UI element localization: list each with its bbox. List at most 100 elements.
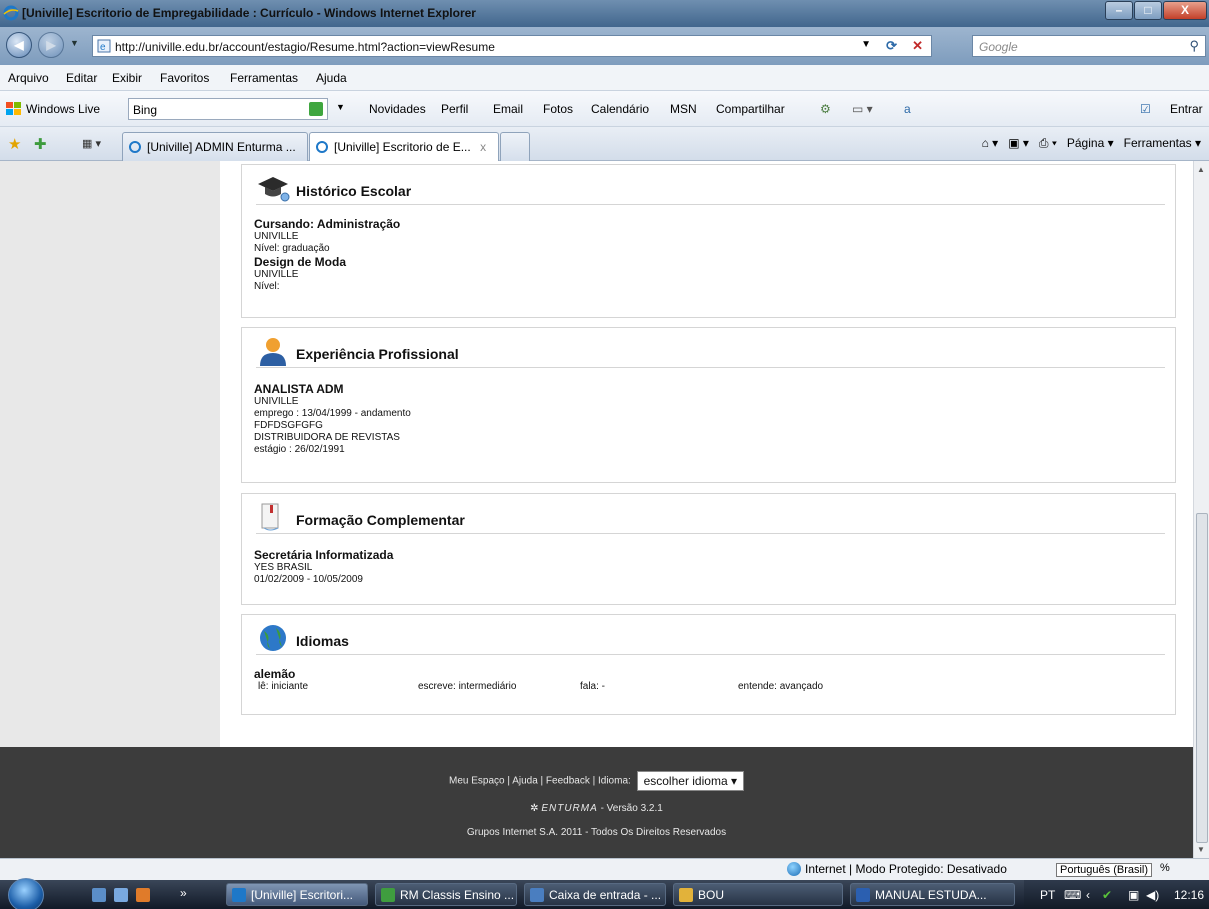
job-period: estágio : 26/02/1991 xyxy=(254,444,345,455)
level: Nível: xyxy=(254,281,280,292)
maximize-button[interactable]: □ xyxy=(1134,1,1162,20)
new-tab-button[interactable] xyxy=(500,132,530,161)
print-icon[interactable]: ⎙ ▾ xyxy=(1039,136,1057,151)
ie-logo-icon xyxy=(3,5,19,21)
search-placeholder: Google xyxy=(979,40,1018,54)
menu-favoritos[interactable]: Favoritos xyxy=(160,71,209,85)
section-body: Cursando: Administração UNIVILLE Nível: … xyxy=(254,217,400,293)
favorites-star-icon[interactable]: ★ xyxy=(8,135,21,153)
scroll-up-icon[interactable]: ▲ xyxy=(1197,165,1205,174)
menu-arquivo[interactable]: Arquivo xyxy=(8,71,49,85)
security-check-icon[interactable]: ✔ xyxy=(1102,888,1112,902)
menu-editar[interactable]: Editar xyxy=(66,71,97,85)
job-period: emprego : 13/04/1999 - andamento xyxy=(254,408,411,419)
job-role: ANALISTA ADM xyxy=(254,382,344,396)
bing-go-icon[interactable] xyxy=(309,102,323,116)
page-menu[interactable]: Página ▾ xyxy=(1067,136,1114,151)
media-player-icon[interactable] xyxy=(136,888,150,902)
history-dropdown-icon[interactable]: ▼ xyxy=(70,38,79,48)
taskbar-item-inbox[interactable]: Caixa de entrada - ... xyxy=(524,883,666,906)
quick-tabs-icon[interactable]: ▦ ▾ xyxy=(82,137,101,150)
bing-search-value: Bing xyxy=(133,103,158,117)
close-window-button[interactable]: X xyxy=(1163,1,1207,20)
taskbar-item-rm-classis[interactable]: RM Classis Ensino ... xyxy=(375,883,517,906)
windows-live-toolbar: Windows Live Bing ▼ Novidades Perfil Ema… xyxy=(0,91,1209,127)
address-bar[interactable]: e http://univille.edu.br/account/estagio… xyxy=(92,35,932,57)
windows-live-brand[interactable]: Windows Live xyxy=(6,102,100,116)
tab-escritorio[interactable]: [Univille] Escritorio de E... x xyxy=(309,132,499,161)
skill-speak: fala: - xyxy=(580,681,606,692)
add-favorites-icon[interactable]: ✚ xyxy=(34,135,47,153)
start-button[interactable] xyxy=(8,878,44,909)
menu-bar: Arquivo Editar Exibir Favoritos Ferramen… xyxy=(0,65,1209,91)
quicklaunch-overflow-icon[interactable]: » xyxy=(180,886,187,900)
footer-nav-links[interactable]: Meu Espaço | Ajuda | Feedback | Idioma: xyxy=(449,776,631,787)
course-name: Secretária Informatizada xyxy=(254,548,394,562)
search-input[interactable]: Google ⚲ xyxy=(972,35,1206,57)
network-icon[interactable]: ▣ xyxy=(1128,888,1139,902)
tray-expand-icon[interactable]: ‹ xyxy=(1086,888,1090,902)
forward-button[interactable]: ▶ xyxy=(38,32,64,58)
switch-windows-icon[interactable] xyxy=(114,888,128,902)
show-desktop-icon[interactable] xyxy=(92,888,106,902)
scroll-down-icon[interactable]: ▼ xyxy=(1197,845,1205,854)
back-button[interactable]: ◀ xyxy=(6,32,32,58)
keyboard-icon[interactable]: ⌨ xyxy=(1064,888,1081,902)
home-icon[interactable]: ⌂ ▾ xyxy=(982,136,999,151)
menu-ferramentas[interactable]: Ferramentas xyxy=(230,71,298,85)
page-footer: Meu Espaço | Ajuda | Feedback | Idioma: … xyxy=(0,747,1193,858)
link-novidades[interactable]: Novidades xyxy=(369,102,426,116)
messenger-icon[interactable]: ▭ ▾ xyxy=(852,102,873,116)
bing-search-input[interactable]: Bing xyxy=(128,98,328,120)
link-calendario[interactable]: Calendário xyxy=(591,102,649,116)
address-dropdown-icon[interactable]: ▼ xyxy=(861,39,871,50)
menu-ajuda[interactable]: Ajuda xyxy=(316,71,347,85)
tools-menu[interactable]: Ferramentas ▾ xyxy=(1124,136,1201,151)
bing-dropdown-icon[interactable]: ▼ xyxy=(336,102,345,112)
windows-live-icon xyxy=(6,102,21,115)
course-name: Cursando: Administração xyxy=(254,217,401,231)
refresh-icon[interactable]: ⟳ xyxy=(886,38,897,54)
page-icon: e xyxy=(97,39,111,53)
ie-task-icon xyxy=(232,888,246,902)
search-icon[interactable]: ⚲ xyxy=(1189,38,1199,54)
system-tray: PT ⌨ ‹ ✔ ▣ ◀) 12:16 xyxy=(1024,880,1209,909)
contacts-icon[interactable]: ⚙ xyxy=(820,102,831,116)
checkbox-icon[interactable]: ☑ xyxy=(1140,102,1151,116)
close-tab-icon[interactable]: x xyxy=(480,140,486,154)
link-compartilhar[interactable]: Compartilhar xyxy=(716,102,785,116)
address-url[interactable]: http://univille.edu.br/account/estagio/R… xyxy=(115,40,495,54)
scrollbar-thumb[interactable] xyxy=(1196,513,1208,843)
ie-tab-icon xyxy=(316,141,328,153)
tab-admin-enturma[interactable]: [Univille] ADMIN Enturma ... xyxy=(122,132,308,161)
stop-icon[interactable]: ✕ xyxy=(912,38,923,54)
taskbar-item-manual[interactable]: MANUAL ESTUDA... xyxy=(850,883,1015,906)
security-zone[interactable]: Internet | Modo Protegido: Desativado xyxy=(787,862,1007,876)
taskbar-item-ie[interactable]: [Univille] Escritori... xyxy=(226,883,368,906)
globe-icon xyxy=(260,625,286,651)
feeds-icon[interactable]: ▣ ▾ xyxy=(1008,136,1029,151)
company: UNIVILLE xyxy=(254,396,299,407)
institution: YES BRASIL xyxy=(254,562,313,573)
clock[interactable]: 12:16 xyxy=(1174,888,1204,902)
taskbar-item-bou[interactable]: BOU xyxy=(673,883,843,906)
course-name: Design de Moda xyxy=(254,255,347,269)
volume-icon[interactable]: ◀) xyxy=(1146,888,1159,902)
zoom-control[interactable]: % xyxy=(1160,862,1170,874)
link-email[interactable]: Email xyxy=(493,102,523,116)
minimize-button[interactable]: – xyxy=(1105,1,1133,20)
link-perfil[interactable]: Perfil xyxy=(441,102,468,116)
language-select[interactable]: escolher idioma ▾ xyxy=(636,771,744,791)
translate-icon[interactable]: a xyxy=(904,102,911,116)
section-body: ANALISTA ADM UNIVILLE emprego : 13/04/19… xyxy=(254,382,411,456)
vertical-scrollbar[interactable]: ▲ ▼ xyxy=(1193,161,1209,858)
link-fotos[interactable]: Fotos xyxy=(543,102,573,116)
person-icon xyxy=(260,338,286,366)
section-title: Histórico Escolar xyxy=(296,183,412,199)
menu-exibir[interactable]: Exibir xyxy=(112,71,142,85)
signin-link[interactable]: Entrar xyxy=(1170,102,1203,116)
company: DISTRIBUIDORA DE REVISTAS xyxy=(254,432,400,443)
input-language[interactable]: PT xyxy=(1040,888,1055,902)
section-body: alemão lê: iniciante escreve: intermediá… xyxy=(254,667,1154,695)
link-msn[interactable]: MSN xyxy=(670,102,697,116)
